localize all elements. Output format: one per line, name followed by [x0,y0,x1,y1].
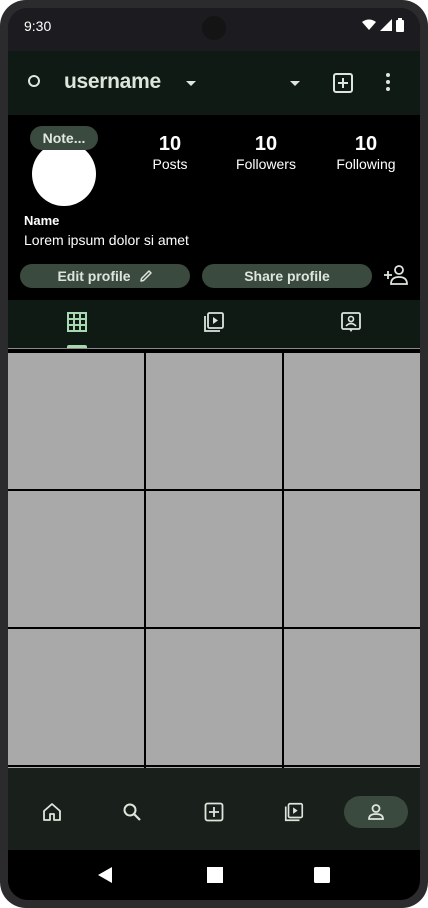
username-dropdown-icon[interactable] [186,81,196,86]
profile-icon [368,804,384,820]
username-title[interactable]: username [64,70,161,94]
system-navigation-bar [8,850,420,900]
pencil-icon [139,270,152,282]
tagged-icon[interactable] [339,310,363,334]
home-button-icon[interactable] [207,867,223,883]
status-time: 9:30 [24,18,52,34]
share-profile-button[interactable]: Share profile [202,264,372,288]
add-person-icon[interactable] [384,264,408,286]
status-icons [362,18,404,32]
edit-profile-button[interactable]: Edit profile [20,264,190,288]
post-thumbnail[interactable] [146,353,282,489]
post-thumbnail[interactable] [8,353,144,489]
bottom-navigation [8,768,420,850]
wifi-icon [362,19,376,30]
reels-icon[interactable] [202,310,226,334]
avatar[interactable] [32,142,96,206]
search-icon [123,803,141,821]
back-icon[interactable] [98,867,112,883]
posts-count: 10 [158,133,182,155]
nav-home[interactable] [20,796,84,828]
nav-create[interactable] [182,796,246,828]
battery-icon [396,18,404,32]
top-app-bar: username [8,51,420,115]
screen: 9:30 username Note... 10 Posts 10 Follow… [8,8,420,900]
edit-profile-label: Edit profile [57,268,131,284]
grid-icon[interactable] [65,310,89,334]
reels-icon [284,802,304,822]
nav-profile[interactable] [344,796,408,828]
tabs-divider [8,348,420,349]
post-thumbnail[interactable] [284,353,420,489]
camera-cutout [202,16,226,40]
posts-label: Posts [152,156,188,172]
more-options-icon[interactable] [386,73,390,91]
post-thumbnail[interactable] [284,491,420,627]
followers-label: Followers [236,156,296,172]
post-thumbnail[interactable] [8,629,144,765]
profile-bio: Lorem ipsum dolor si amet [24,232,189,248]
profile-name: Name [24,213,60,228]
share-profile-label: Share profile [244,268,330,284]
nav-search[interactable] [100,796,164,828]
stat-posts[interactable]: 10 Posts [134,132,206,172]
posts-grid [8,351,420,772]
post-thumbnail[interactable] [146,629,282,765]
account-switcher-icon[interactable] [28,75,40,87]
create-post-icon[interactable] [333,73,353,93]
followers-count: 10 [254,133,278,155]
note-chip[interactable]: Note... [30,126,98,150]
post-thumbnail[interactable] [284,629,420,765]
post-thumbnail[interactable] [8,491,144,627]
menu-dropdown-icon[interactable] [290,81,300,86]
profile-tabs [8,300,420,348]
post-thumbnail[interactable] [146,491,282,627]
following-label: Following [336,156,396,172]
status-bar: 9:30 [8,8,420,51]
device-frame: 9:30 username Note... 10 Posts 10 Follow… [0,0,428,908]
add-post-icon [204,802,224,822]
following-count: 10 [354,133,378,155]
home-icon [43,803,61,821]
stat-followers[interactable]: 10 Followers [234,132,298,172]
stat-following[interactable]: 10 Following [334,132,398,172]
profile-header: Note... 10 Posts 10 Followers 10 Followi… [8,115,420,300]
signal-icon [380,19,392,31]
recents-icon[interactable] [314,867,330,883]
nav-reels[interactable] [262,796,326,828]
